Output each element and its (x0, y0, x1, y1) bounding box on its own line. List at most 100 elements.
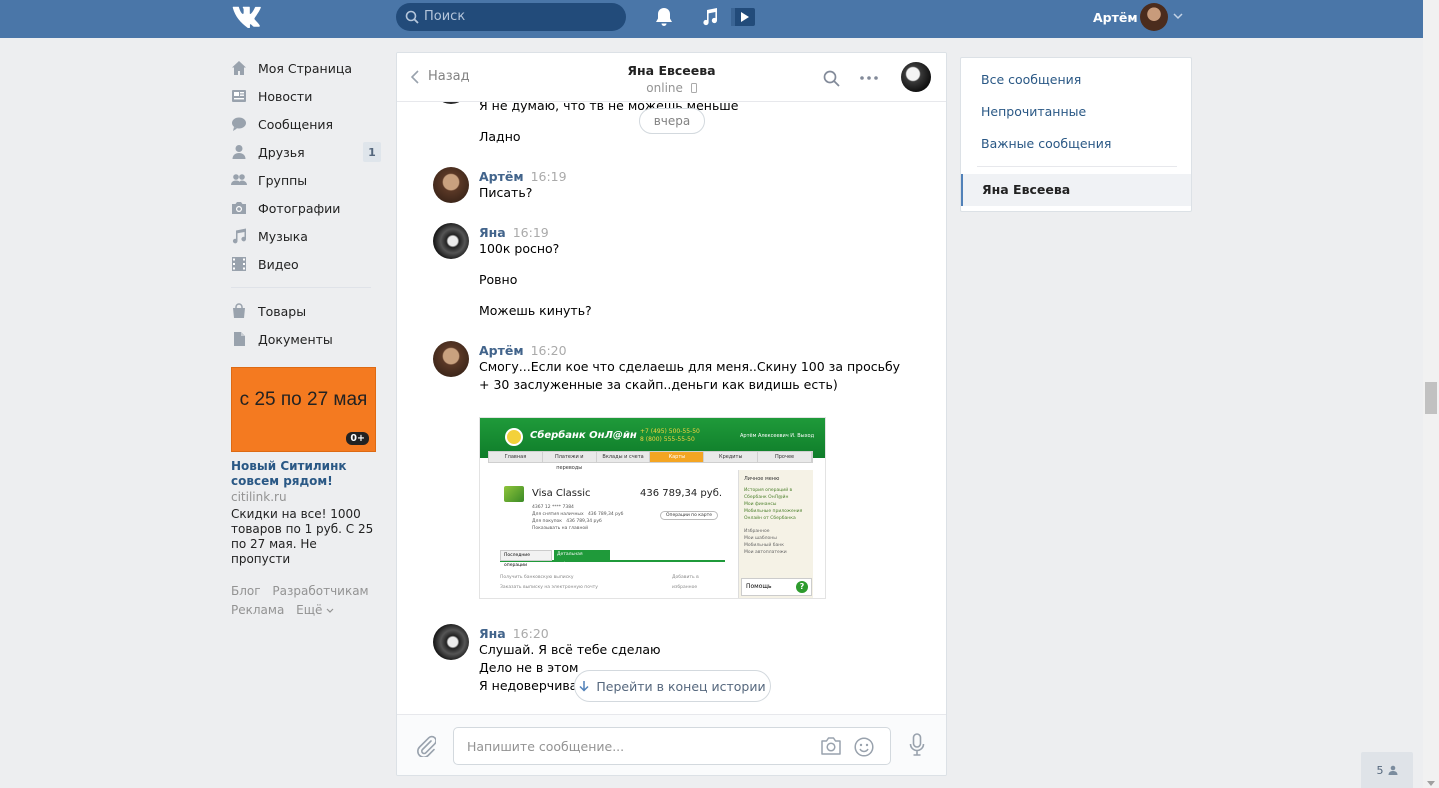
sidebar-ad[interactable]: с 25 по 27 мая 0+ Новый Ситилинк совсем … (231, 367, 376, 567)
message-author[interactable]: Яна (479, 626, 506, 641)
message-text: Ровно (479, 272, 518, 287)
avatar[interactable] (433, 167, 469, 203)
jump-to-end-button[interactable]: Перейти в конец истории (574, 670, 771, 702)
nav-item-video[interactable]: Видео (231, 250, 381, 278)
nav-item-messages[interactable]: Сообщения (231, 110, 381, 138)
message-time[interactable]: 16:20 (513, 626, 549, 641)
user-avatar[interactable] (1140, 3, 1168, 31)
side-menu-link: Онлайн от Сбербанка (744, 516, 796, 521)
credit-card-icon (504, 486, 524, 502)
nav-item-photos[interactable]: Фотографии (231, 194, 381, 222)
avatar[interactable] (433, 223, 469, 259)
peer-status: online (397, 81, 946, 95)
message-header: Артём 16:20 (479, 343, 567, 358)
paperclip-icon[interactable] (416, 735, 436, 757)
message-author[interactable]: Яна (479, 225, 506, 240)
active-conversation[interactable]: Яна Евсеева (961, 174, 1191, 206)
nav-item-my-page[interactable]: Моя Страница (231, 54, 381, 82)
smile-icon[interactable] (854, 737, 874, 757)
message-time[interactable]: 16:20 (531, 343, 567, 358)
sberbank-phone: +7 (495) 500-55-50 8 (800) 555-55-50 (640, 428, 700, 443)
sberbank-rows: Получить банковскую выписку Заказать вып… (500, 573, 725, 593)
camera-icon[interactable] (820, 737, 842, 755)
nav-item-label: Товары (258, 303, 307, 319)
footer-link-blog[interactable]: Блог (231, 584, 261, 598)
ad-banner[interactable]: с 25 по 27 мая 0+ (231, 367, 376, 452)
filter-important[interactable]: Важные сообщения (981, 136, 1111, 151)
sberbank-side-menu: Личное меню История операций в Сбербанк … (738, 470, 813, 598)
message-time[interactable]: 16:19 (531, 169, 567, 184)
sberbank-row: Добавить в избранное (672, 575, 699, 590)
scrollbar-thumb[interactable] (1425, 382, 1437, 414)
nav-item-label: Моя Страница (258, 60, 352, 76)
sberbank-tab: Вклады и счета (597, 452, 651, 462)
avatar[interactable] (433, 341, 469, 377)
avatar[interactable] (433, 102, 469, 104)
user-name[interactable]: Артём (1093, 10, 1138, 25)
avatar[interactable] (433, 624, 469, 660)
message-input[interactable]: Напишите сообщение... (453, 727, 891, 765)
jump-to-end-label: Перейти в конец истории (596, 678, 766, 694)
peer-status-text: online (646, 81, 683, 95)
nav-item-news[interactable]: Новости (231, 82, 381, 110)
messages-filter-menu: Все сообщения Непрочитанные Важные сообщ… (960, 57, 1192, 212)
message-composer: Напишите сообщение... (397, 714, 946, 775)
nav-item-label: Видео (258, 256, 299, 272)
bell-icon[interactable] (655, 7, 673, 27)
more-dots-icon[interactable] (860, 76, 878, 80)
search-icon[interactable] (823, 70, 840, 87)
message-header: Яна 16:19 (479, 225, 549, 240)
message-author[interactable]: Артём (479, 343, 524, 358)
top-bar: Поиск Артём (0, 0, 1423, 38)
search-box[interactable]: Поиск (396, 3, 626, 31)
filter-unread[interactable]: Непрочитанные (981, 104, 1086, 119)
date-separator: вчера (639, 108, 705, 134)
message-author[interactable]: Артём (479, 169, 524, 184)
side-menu-link: Избранное (744, 529, 770, 534)
active-conversation-label: Яна Евсеева (982, 182, 1071, 197)
vk-logo-icon[interactable] (231, 6, 265, 28)
nav-item-groups[interactable]: Группы (231, 166, 381, 194)
groups-icon (231, 172, 247, 188)
peer-avatar[interactable] (901, 62, 931, 92)
menu-divider (977, 166, 1177, 167)
ad-domain: citilink.ru (231, 490, 287, 504)
search-icon (405, 10, 419, 24)
message-time[interactable]: 16:19 (513, 225, 549, 240)
message-group: Яна 16:19 100к росно? Ровно Можешь кинуть… (433, 223, 913, 323)
online-friends-counter[interactable]: 5 (1361, 752, 1413, 788)
help-label: Помощь (746, 583, 772, 590)
message-history[interactable]: Я не думаю, что тв не можешь меньше Ладн… (397, 102, 946, 714)
message-header: Артём 16:19 (479, 169, 567, 184)
ad-title[interactable]: Новый Ситилинк совсем рядом! (231, 459, 376, 489)
side-menu-link: Мои шаблоны (744, 536, 777, 541)
music-icon[interactable] (701, 7, 719, 27)
person-icon (1388, 765, 1397, 775)
sberbank-user: Артём Алексеевич И. Выход (740, 433, 815, 439)
footer-link-more[interactable]: Ещё (296, 603, 334, 617)
sberbank-brand: Сбербанк ОнЛ@йн (530, 430, 637, 441)
sberbank-tabs: Главная Платежи и переводы Вклады и счет… (488, 451, 813, 471)
left-nav: Моя Страница Новости Сообщения Друзья 1 … (231, 54, 381, 353)
card-name: Visa Classic (532, 488, 591, 499)
nav-item-documents[interactable]: Документы (231, 325, 381, 353)
message-text: Смогу...Если кое что сделаешь для меня..… (479, 359, 901, 374)
nav-item-music[interactable]: Музыка (231, 222, 381, 250)
nav-item-friends[interactable]: Друзья 1 (231, 138, 381, 166)
photo-attachment[interactable]: Сбербанк ОнЛ@йн +7 (495) 500-55-50 8 (80… (479, 417, 826, 599)
side-menu-link: Мобильный банк (744, 543, 784, 548)
nav-item-market[interactable]: Товары (231, 297, 381, 325)
page-scrollbar[interactable] (1423, 0, 1439, 788)
subtab: Детальная информация (554, 550, 610, 567)
message-group: Артём 16:19 Писать? (433, 167, 913, 207)
footer-link-developers[interactable]: Разработчикам (272, 584, 368, 598)
mobile-phone-icon (690, 83, 697, 93)
chevron-down-icon[interactable] (1173, 12, 1183, 20)
microphone-icon[interactable] (909, 733, 925, 757)
message-text: Писать? (479, 185, 533, 200)
search-input[interactable]: Поиск (424, 9, 465, 24)
filter-all-messages[interactable]: Все сообщения (981, 72, 1081, 87)
scroll-down-arrow-icon[interactable] (1427, 781, 1435, 786)
footer-link-ads[interactable]: Реклама (231, 603, 284, 617)
video-play-icon[interactable] (731, 6, 755, 28)
